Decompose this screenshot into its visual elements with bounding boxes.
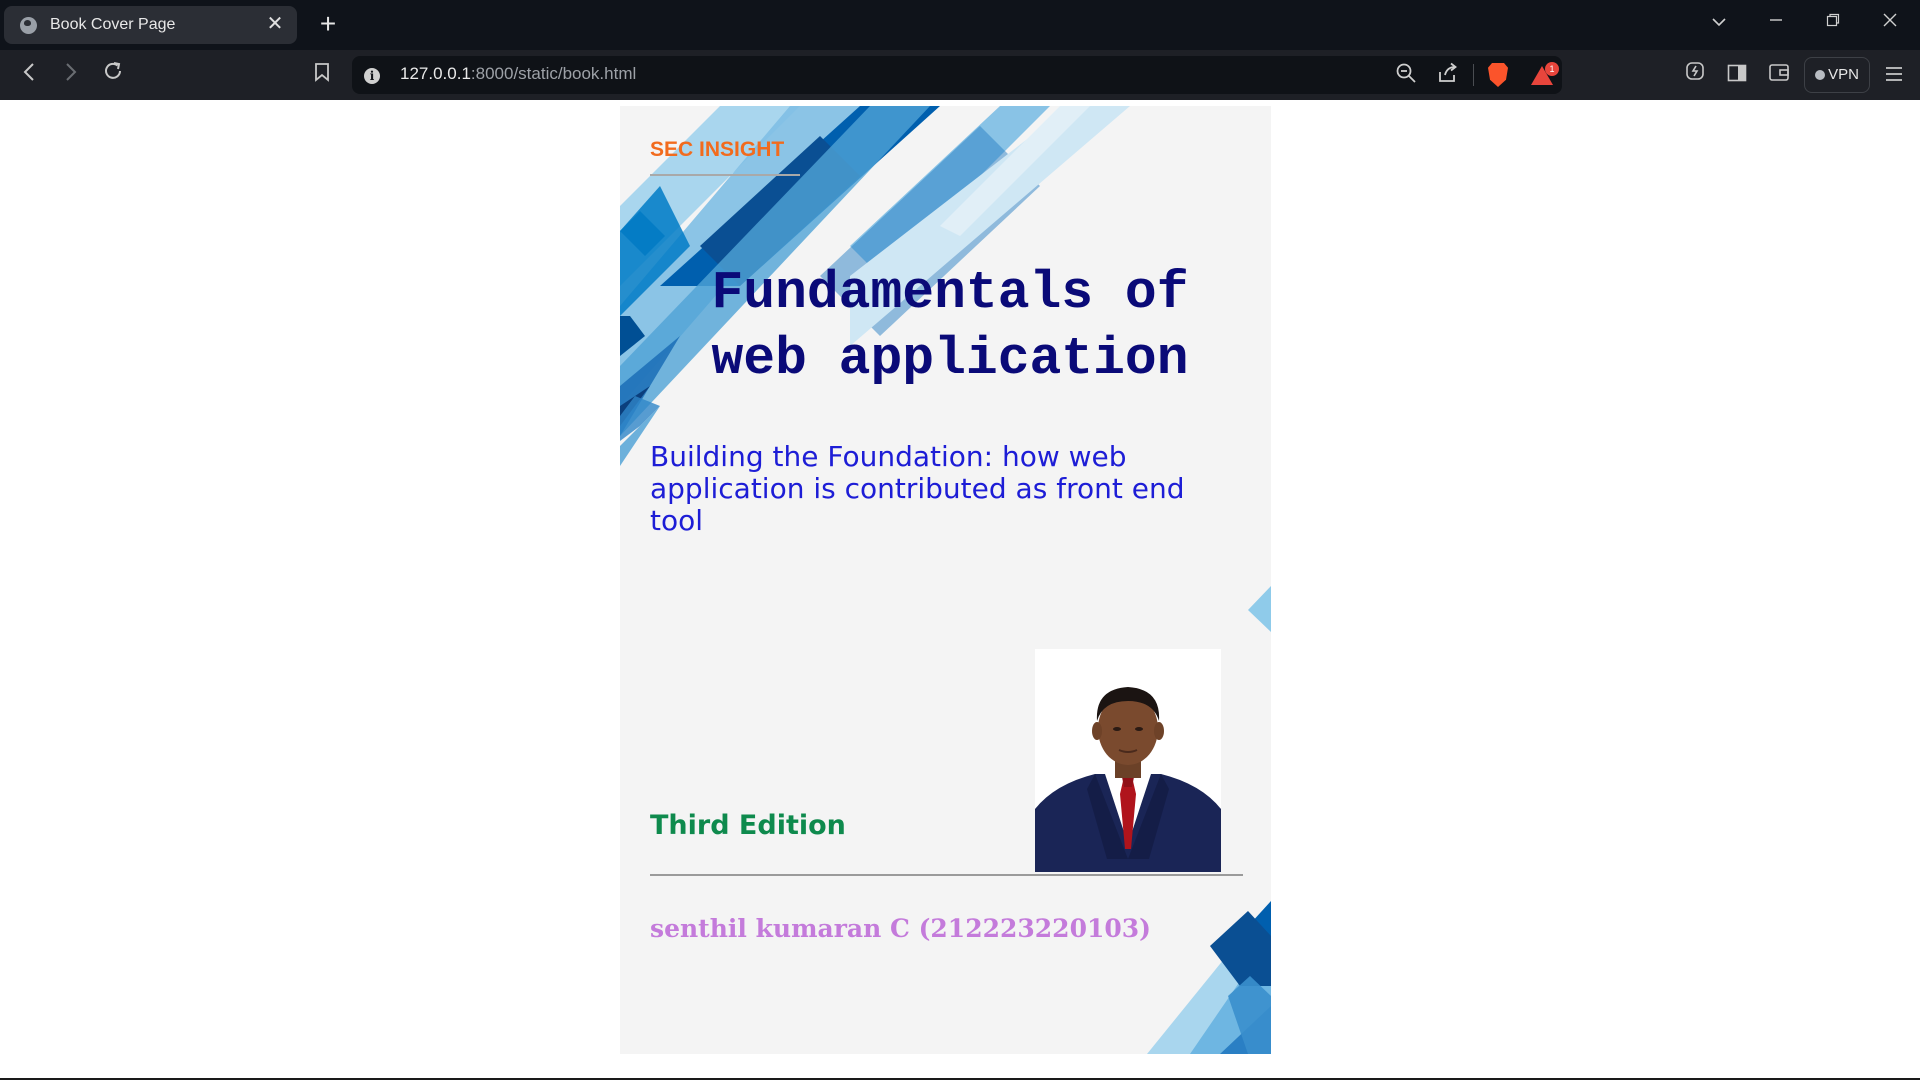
book-title-line-2: web application	[711, 329, 1189, 389]
globe-icon	[20, 17, 37, 34]
book-title: Fundamentals of web application	[660, 260, 1240, 392]
menu-icon[interactable]	[1879, 60, 1909, 90]
author-photo	[1035, 649, 1221, 872]
info-icon[interactable]: i	[364, 68, 380, 84]
chevron-down-icon[interactable]	[1699, 6, 1739, 36]
url-text[interactable]: 127.0.0.1:8000/static/book.html	[400, 64, 636, 84]
zoom-icon[interactable]	[1393, 62, 1419, 88]
cover-divider	[650, 874, 1243, 876]
forward-icon[interactable]	[56, 60, 86, 90]
brand-underline	[650, 174, 800, 176]
publisher-brand: SEC INSIGHT	[650, 138, 785, 161]
book-title-line-1: Fundamentals of	[711, 263, 1189, 323]
decorative-stripes	[620, 106, 1271, 1054]
vpn-button[interactable]: VPN	[1804, 57, 1870, 93]
bookmark-icon[interactable]	[307, 60, 337, 90]
restore-icon[interactable]	[1813, 6, 1853, 36]
edition-label: Third Edition	[650, 810, 846, 841]
toolbar-separator	[1473, 64, 1474, 86]
author-name: senthil kumaran C (212223220103)	[650, 914, 1151, 943]
book-cover: SEC INSIGHT Fundamentals of web applicat…	[620, 106, 1271, 1054]
new-tab-button[interactable]: +	[314, 10, 342, 38]
tab-book-cover[interactable]: Book Cover Page ✕	[4, 6, 297, 44]
url-host: 127.0.0.1	[400, 64, 471, 83]
tab-strip: Book Cover Page ✕ +	[0, 0, 1920, 50]
book-subtitle: Building the Foundation: how web applica…	[650, 440, 1185, 537]
wallet-icon[interactable]	[1764, 60, 1794, 90]
minimize-icon[interactable]	[1756, 6, 1796, 36]
tab-title: Book Cover Page	[50, 16, 176, 33]
back-icon[interactable]	[14, 60, 44, 90]
close-window-icon[interactable]	[1870, 6, 1910, 36]
share-icon[interactable]	[1435, 62, 1461, 88]
sidebar-icon[interactable]	[1722, 60, 1752, 90]
reload-icon[interactable]	[98, 60, 128, 90]
notification-badge: 1	[1545, 62, 1559, 76]
url-path: :8000/static/book.html	[470, 64, 637, 83]
close-tab-button[interactable]: ✕	[263, 12, 287, 36]
leo-icon[interactable]	[1680, 60, 1710, 90]
